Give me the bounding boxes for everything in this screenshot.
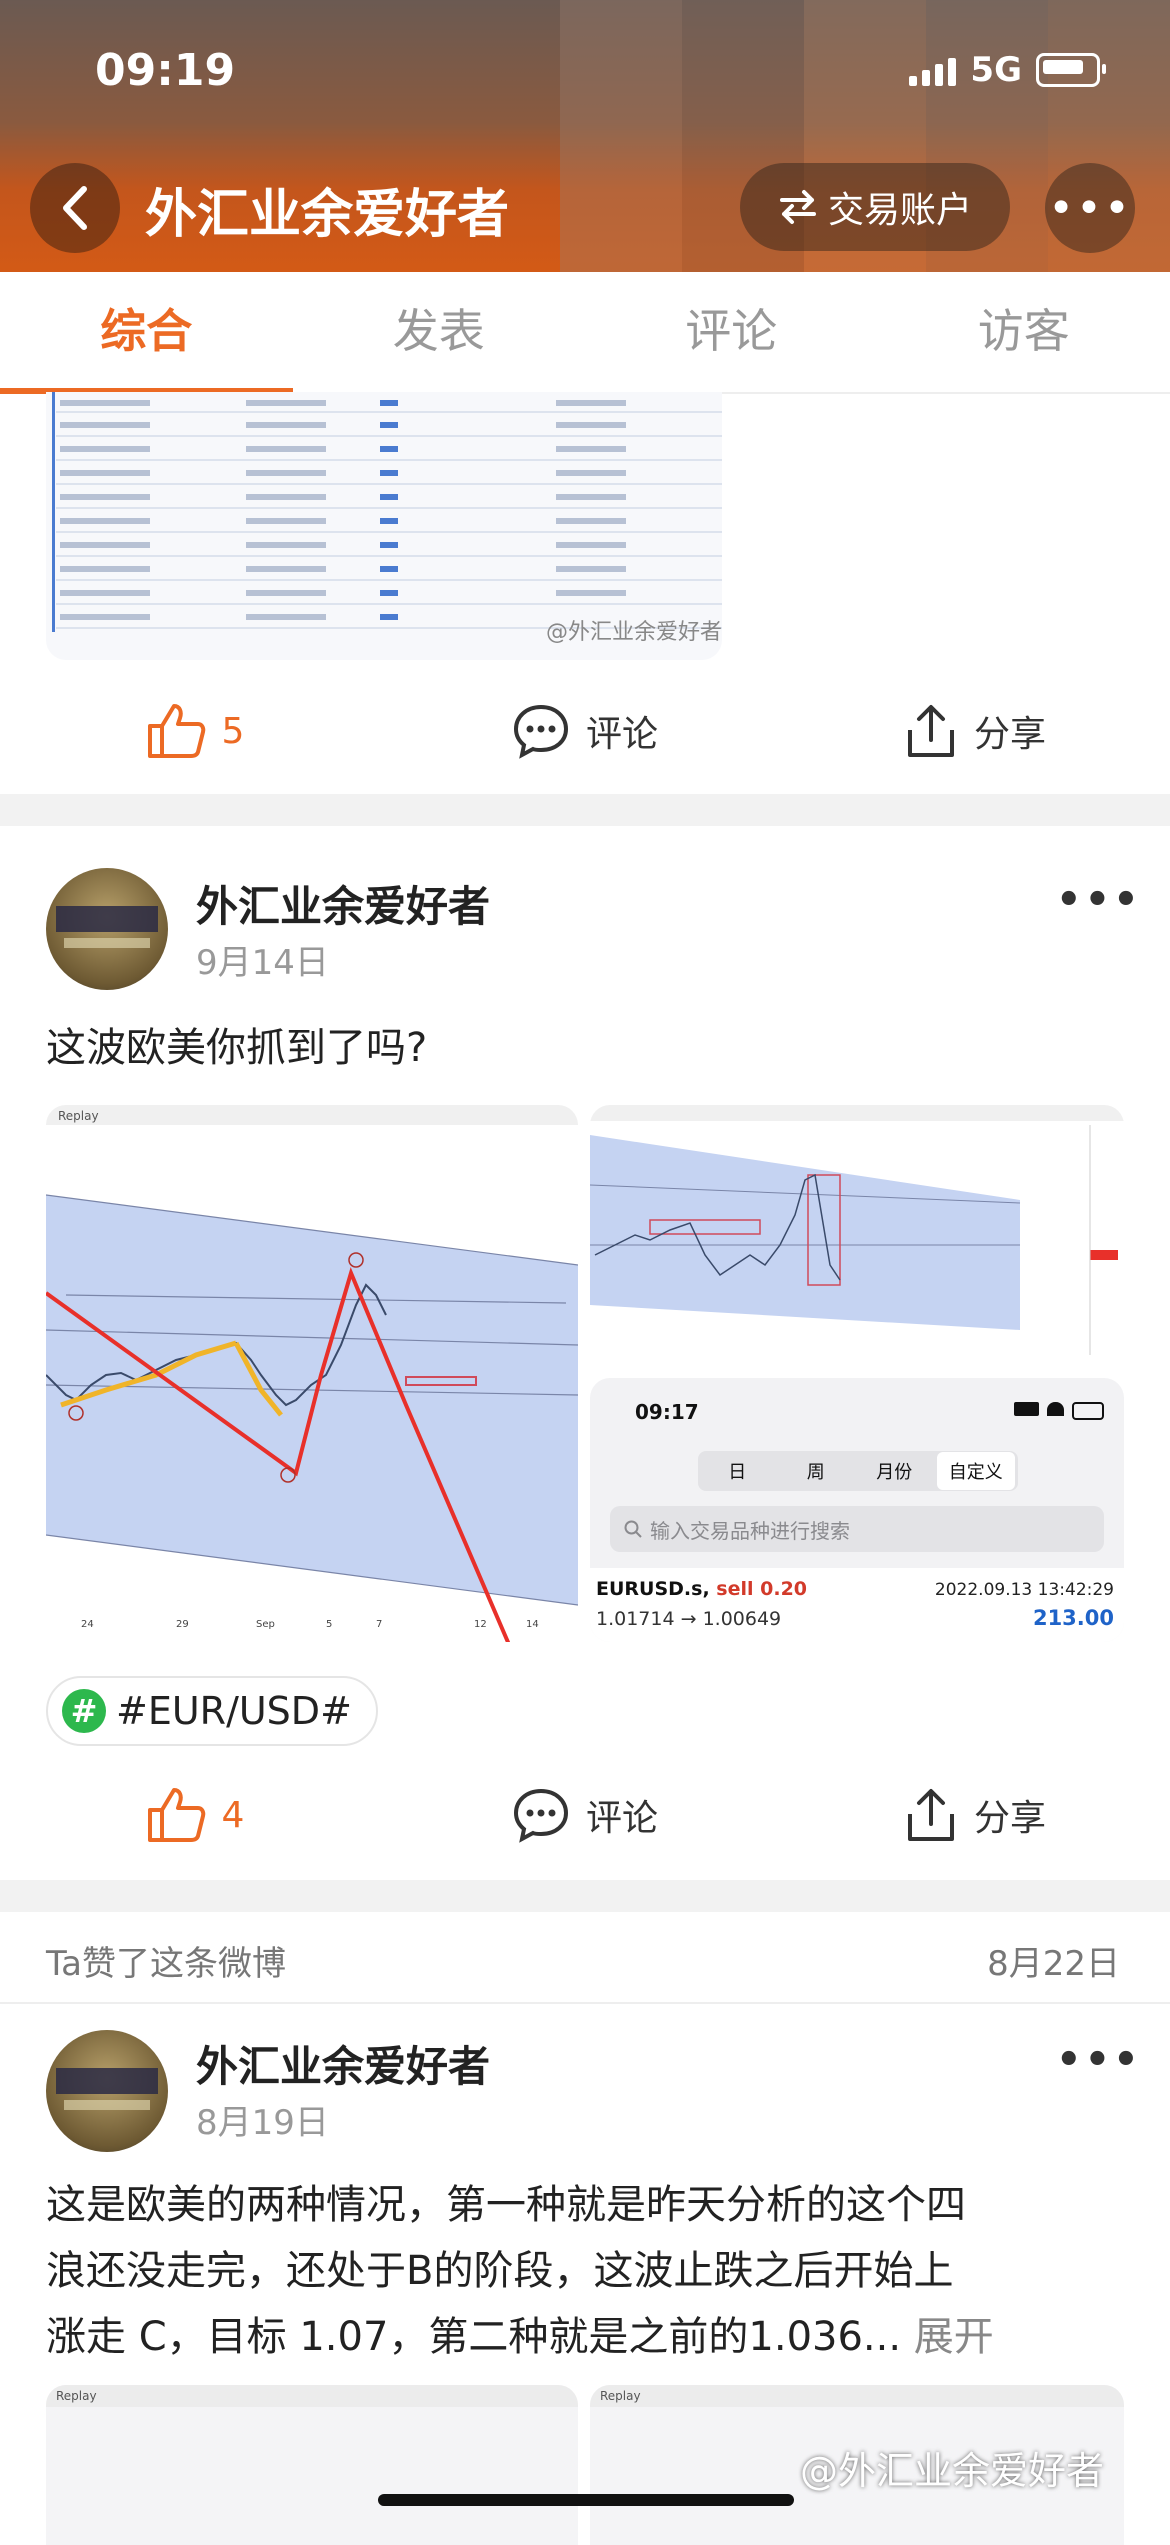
- post3-date: 8月19日: [196, 2095, 329, 2144]
- post2-share-button[interactable]: 分享: [780, 1770, 1170, 1860]
- liked-label: Ta赞了这条微博: [46, 1936, 286, 1985]
- tab-visitors[interactable]: 访客: [878, 272, 1170, 392]
- replay-label: Replay: [46, 2385, 578, 2407]
- hashtag-icon: #: [62, 1689, 106, 1733]
- post1-share-label: 分享: [974, 705, 1046, 757]
- page-title: 外汇业余爱好者: [145, 172, 509, 247]
- trade-side: sell 0.20: [716, 1578, 807, 1600]
- expand-link[interactable]: 展开: [914, 2314, 994, 2360]
- comment-icon: [512, 703, 570, 759]
- network-label: 5G: [970, 50, 1022, 90]
- post2-date: 9月14日: [196, 935, 329, 984]
- tab-overview[interactable]: 综合: [0, 272, 293, 392]
- post1-table-image[interactable]: @外汇业余爱好者: [46, 392, 722, 660]
- post1-like-button[interactable]: 5: [0, 686, 390, 776]
- small-chart-graphic: [590, 1105, 1124, 1367]
- phone-status-time: 09:17: [635, 1400, 699, 1424]
- trade-prices: 1.01714 → 1.00649: [596, 1608, 781, 1630]
- trade-account-label: 交易账户: [828, 181, 972, 233]
- post3-text[interactable]: 这是欧美的两种情况，第一种就是昨天分析的这个四 浪还没走完，还处于B的阶段，这波…: [46, 2172, 1136, 2370]
- post2-like-count: 4: [222, 1795, 245, 1836]
- post2-username[interactable]: 外汇业余爱好者: [196, 873, 490, 934]
- liked-date: 8月22日: [987, 1936, 1120, 1985]
- post1-watermark: @外汇业余爱好者: [546, 614, 722, 646]
- status-time: 09:19: [95, 45, 235, 96]
- post2-like-button[interactable]: 4: [0, 1770, 390, 1860]
- segment-day[interactable]: 日: [698, 1458, 777, 1484]
- post3-avatar[interactable]: [46, 2030, 168, 2152]
- more-options-button[interactable]: •••: [1045, 163, 1135, 253]
- signal-icon: [909, 54, 956, 86]
- post1-comment-button[interactable]: 评论: [390, 686, 780, 776]
- post3-username[interactable]: 外汇业余爱好者: [196, 2033, 490, 2094]
- trade-profit: 213.00: [1033, 1606, 1114, 1630]
- axis-tick: 5: [326, 1619, 332, 1630]
- post2-comment-label: 评论: [586, 1789, 658, 1841]
- tab-comments[interactable]: 评论: [585, 272, 878, 392]
- axis-tick: 7: [376, 1619, 382, 1630]
- share-icon: [904, 702, 958, 760]
- search-icon: [624, 1520, 642, 1538]
- post2-comment-button[interactable]: 评论: [390, 1770, 780, 1860]
- post2-avatar[interactable]: [46, 868, 168, 990]
- replay-label: Replay: [58, 1109, 99, 1123]
- axis-tick: 14: [526, 1619, 539, 1630]
- post2-image-chart-1[interactable]: Replay 24 29 Sep 5 7 12 14: [46, 1105, 578, 1642]
- profile-tabs: 综合 发表 评论 访客: [0, 272, 1170, 394]
- symbol-search-input[interactable]: 输入交易品种进行搜索: [610, 1506, 1104, 1552]
- post2-image-trade-record[interactable]: 09:17 日 周 月份 自定义 输入交易品种进行搜索 EURUSD.s, se…: [590, 1378, 1124, 1642]
- trade-datetime: 2022.09.13 13:42:29: [935, 1580, 1114, 1600]
- post3-image-1[interactable]: Replay: [46, 2385, 578, 2545]
- swap-icon: [778, 189, 818, 225]
- more-icon: •••: [1048, 183, 1132, 234]
- replay-label: Replay: [590, 2385, 1124, 2407]
- more-icon: •••: [1056, 2037, 1142, 2083]
- chevron-left-icon: [60, 185, 90, 231]
- profile-header: 09:19 5G 外汇业余爱好者 交易账户 •••: [0, 0, 1170, 272]
- post2-more-button[interactable]: •••: [1056, 877, 1142, 923]
- post3-text-line: 浪还没走完，还处于B的阶段，这波止跌之后开始上: [46, 2238, 1136, 2304]
- battery-icon: [1036, 53, 1100, 87]
- section-divider: [0, 1880, 1170, 1912]
- topic-chip[interactable]: # #EUR/USD#: [46, 1676, 378, 1746]
- post3-more-button[interactable]: •••: [1056, 2037, 1142, 2083]
- trade-row[interactable]: EURUSD.s, sell 0.20 2022.09.13 13:42:29 …: [590, 1568, 1124, 1642]
- post1-like-count: 5: [222, 711, 245, 752]
- post2-action-bar: 4 评论 分享: [0, 1770, 1170, 1860]
- segment-month[interactable]: 月份: [855, 1458, 934, 1484]
- trade-account-button[interactable]: 交易账户: [740, 163, 1010, 251]
- post3-watermark: @外汇业余爱好者: [800, 2440, 1104, 2495]
- back-button[interactable]: [30, 163, 120, 253]
- post2-image-chart-2[interactable]: [590, 1105, 1124, 1367]
- trade-symbol: EURUSD.s,: [596, 1578, 710, 1600]
- axis-tick: 24: [81, 1619, 94, 1630]
- home-indicator: [378, 2494, 794, 2506]
- thumbs-up-icon: [146, 1786, 206, 1844]
- comment-icon: [512, 1787, 570, 1843]
- period-segmented-control: 日 周 月份 自定义: [698, 1451, 1018, 1491]
- post1-action-bar: 5 评论 分享: [0, 686, 1170, 776]
- phone-status-icons: [1014, 1402, 1104, 1418]
- topic-label: #EUR/USD#: [116, 1689, 352, 1733]
- wave-chart-graphic: Replay 24 29 Sep 5 7 12 14: [46, 1105, 578, 1642]
- post2-text[interactable]: 这波欧美你抓到了吗?: [46, 1015, 427, 1081]
- axis-tick: 29: [176, 1619, 189, 1630]
- post1-share-button[interactable]: 分享: [780, 686, 1170, 776]
- post2-share-label: 分享: [974, 1789, 1046, 1841]
- more-icon: •••: [1056, 877, 1142, 923]
- post1-comment-label: 评论: [586, 705, 658, 757]
- segment-custom[interactable]: 自定义: [937, 1452, 1016, 1490]
- thumbs-up-icon: [146, 702, 206, 760]
- section-divider: [0, 794, 1170, 826]
- status-indicators: 5G: [909, 50, 1100, 90]
- axis-tick: Sep: [256, 1619, 275, 1630]
- search-placeholder: 输入交易品种进行搜索: [650, 1515, 850, 1544]
- post3-text-line: 这是欧美的两种情况，第一种就是昨天分析的这个四: [46, 2172, 1136, 2238]
- post3-text-line: 涨走 C，目标 1.07，第二种就是之前的1.036... 展开: [46, 2304, 1136, 2370]
- segment-week[interactable]: 周: [777, 1458, 856, 1484]
- liked-post-header: Ta赞了这条微博 8月22日: [0, 1912, 1170, 2004]
- share-icon: [904, 1786, 958, 1844]
- tab-posts[interactable]: 发表: [293, 272, 586, 392]
- axis-tick: 12: [474, 1619, 487, 1630]
